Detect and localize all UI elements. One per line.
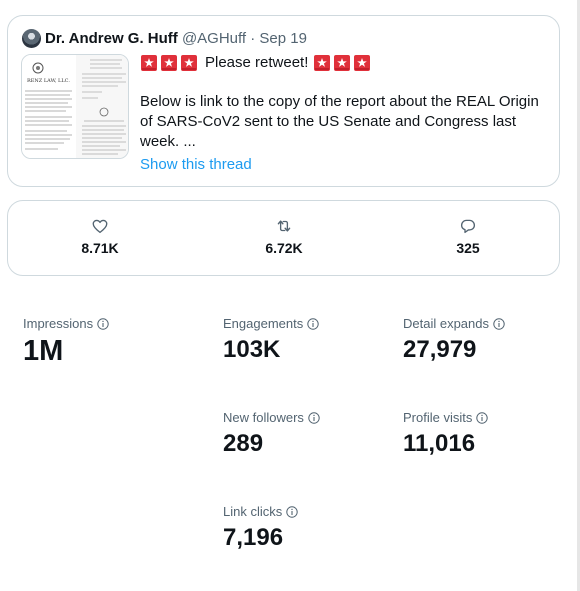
metric-value: 289 [223,430,264,457]
metric-value: 27,979 [403,336,477,363]
info-icon[interactable] [476,412,489,424]
tweet-author-line: Dr. Andrew G. Huff @AGHuff · Sep 19 [45,30,307,48]
show-thread-link[interactable]: Show this thread [140,156,252,173]
metric-value: 7,196 [223,524,284,551]
metric-label: Impressions [23,316,94,331]
like-action[interactable]: 8.71K [60,217,140,256]
alarm-light-icon [334,55,351,71]
document-preview-image: RENZ LAW, LLC. [22,55,128,158]
info-icon[interactable] [307,318,319,330]
alarm-light-icon [354,55,371,71]
alarm-light-icon [161,55,177,71]
info-icon[interactable] [97,318,109,330]
metric-label: Link clicks [223,504,283,519]
metric-profile-visits: Profile visits 11,016 [403,410,489,458]
retweet-request-text: Please retweet! [205,54,309,71]
engagement-actions-card: 8.71K 6.72K 325 [7,200,560,276]
metric-link-clicks: Link clicks 7,196 [223,504,298,552]
alarm-light-icon [314,55,331,71]
metric-new-followers: New followers 289 [223,410,320,458]
metric-value: 1M [23,335,64,367]
metric-detail-expands: Detail expands 27,979 [403,316,505,364]
avatar[interactable] [22,29,41,48]
reply-icon[interactable] [459,217,477,235]
tweet-body: Below is link to the copy of the report … [140,93,539,150]
info-icon[interactable] [286,506,298,518]
tweet-card[interactable]: Dr. Andrew G. Huff @AGHuff · Sep 19 RENZ… [7,15,560,187]
metric-impressions: Impressions 1M [23,316,109,368]
metric-label: New followers [223,410,304,425]
info-icon[interactable] [308,412,320,424]
retweet-icon[interactable] [275,217,293,235]
alarm-emoji-group [140,54,200,72]
heart-icon[interactable] [91,217,109,235]
metric-label: Detail expands [403,316,489,331]
metric-value: 11,016 [403,430,476,457]
alarm-light-icon [181,55,197,71]
metric-value: 103K [223,336,281,363]
retweet-action[interactable]: 6.72K [244,217,324,256]
metric-label: Profile visits [403,410,473,425]
author-handle-date[interactable]: @AGHuff · Sep 19 [182,30,307,47]
info-icon[interactable] [493,318,505,330]
tweet-text: Please retweet! Below is link to the cop… [140,52,550,152]
retweet-count: 6.72K [265,240,303,256]
document-thumbnail[interactable]: RENZ LAW, LLC. [21,54,129,159]
letterhead-text: RENZ LAW, LLC. [27,78,70,84]
alarm-light-icon [141,55,157,71]
author-name[interactable]: Dr. Andrew G. Huff [45,30,178,47]
like-count: 8.71K [81,240,119,256]
reply-count: 325 [456,240,480,256]
metric-engagements: Engagements 103K [223,316,319,364]
reply-action[interactable]: 325 [428,217,508,256]
alarm-emoji-group [313,54,373,72]
metric-label: Engagements [223,316,304,331]
